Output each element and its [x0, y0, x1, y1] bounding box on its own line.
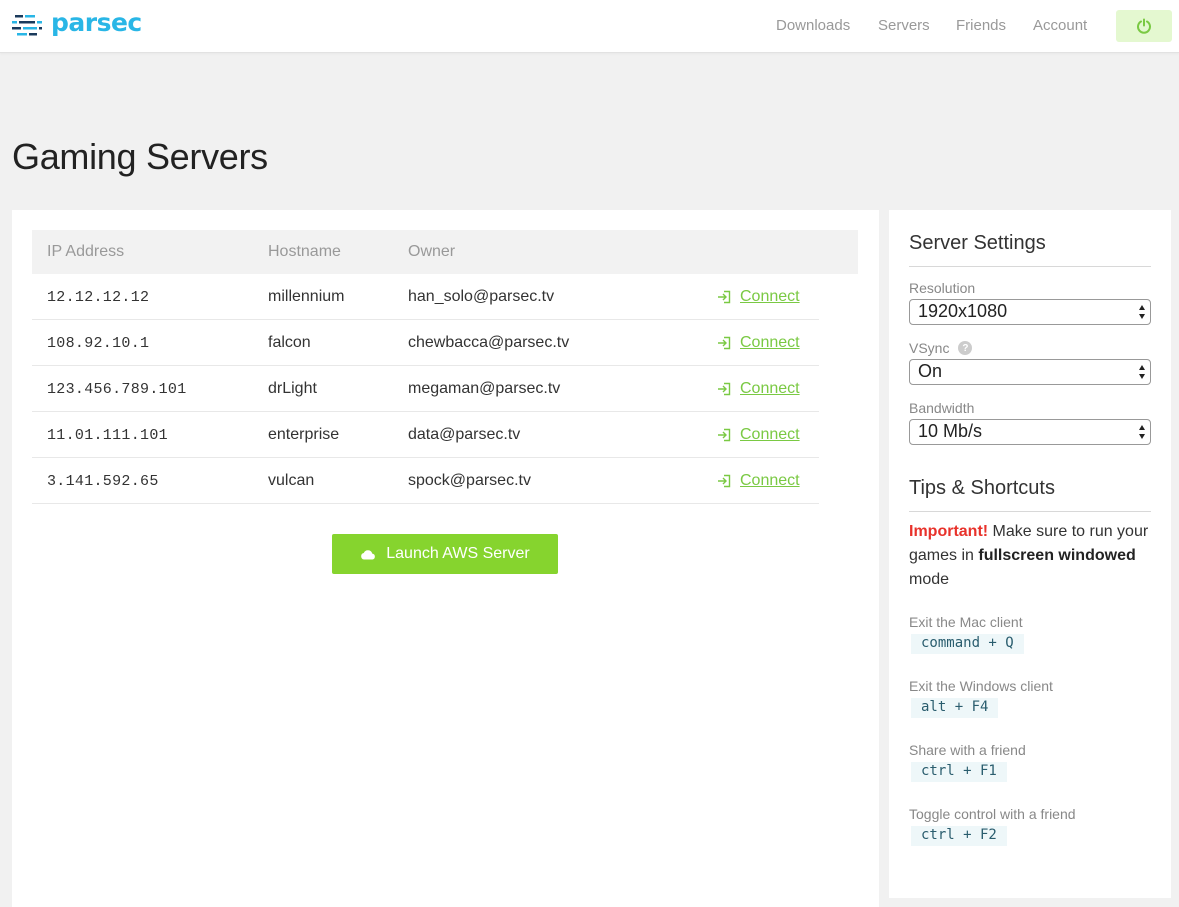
servers-card: IP Address Hostname Owner 12.12.12.12 mi…	[12, 210, 879, 907]
hostname: drLight	[268, 380, 317, 397]
column-header-owner: Owner	[408, 243, 456, 260]
shortcut-keys: ctrl + F1	[911, 762, 1007, 782]
launch-aws-server-button[interactable]: Launch AWS Server	[332, 534, 558, 574]
table-row: 3.141.592.65 vulcan spock@parsec.tv Conn…	[32, 458, 819, 504]
hostname: enterprise	[268, 426, 340, 443]
brand-name: parsec	[51, 8, 142, 37]
shortcut-keys: command + Q	[911, 634, 1024, 654]
table-row: 12.12.12.12 millennium han_solo@parsec.t…	[32, 274, 819, 320]
connect-label: Connect	[740, 380, 800, 397]
launch-aws-server-label: Launch AWS Server	[386, 545, 530, 562]
resolution-value: 1920x1080	[918, 301, 1008, 321]
column-header-ip: IP Address	[47, 243, 125, 260]
hostname: millennium	[268, 288, 345, 305]
resolution-label-text: Resolution	[909, 280, 976, 296]
logo[interactable]: parsec	[12, 8, 142, 39]
connect-label: Connect	[740, 288, 800, 305]
settings-sidebar: Server Settings Resolution 1920x1080 VSy…	[889, 210, 1171, 898]
bandwidth-select[interactable]: 10 Mb/s	[909, 419, 1151, 445]
connect-label: Connect	[740, 472, 800, 489]
connect-button[interactable]: Connect	[717, 426, 800, 444]
shortcut-keys: ctrl + F2	[911, 826, 1007, 846]
connect-icon	[718, 290, 731, 304]
ip-address: 123.456.789.101	[47, 381, 187, 398]
power-button[interactable]	[1116, 10, 1172, 42]
ip-address: 3.141.592.65	[47, 473, 159, 490]
ip-address: 11.01.111.101	[47, 427, 168, 444]
connect-button[interactable]: Connect	[717, 380, 800, 398]
shortcut-label: Exit the Windows client	[909, 678, 1053, 694]
shortcut-label: Toggle control with a friend	[909, 806, 1076, 822]
owner: spock@parsec.tv	[408, 472, 531, 489]
vsync-select[interactable]: On	[909, 359, 1151, 385]
table-header: IP Address Hostname Owner	[32, 230, 858, 274]
select-arrows-icon	[1139, 305, 1145, 319]
help-icon[interactable]: ?	[958, 341, 973, 355]
hostname: falcon	[268, 334, 311, 351]
important-text-2: mode	[909, 571, 950, 588]
cloud-icon	[361, 549, 376, 559]
connect-label: Connect	[740, 426, 800, 443]
nav-servers[interactable]: Servers	[878, 17, 930, 34]
shortcut-keys: alt + F4	[911, 698, 999, 718]
parsec-logo-icon	[12, 14, 42, 35]
connect-label: Connect	[740, 334, 800, 351]
select-arrows-icon	[1139, 425, 1145, 439]
bandwidth-label-text: Bandwidth	[909, 400, 975, 416]
resolution-select[interactable]: 1920x1080	[909, 299, 1151, 325]
select-arrows-icon	[1139, 365, 1145, 379]
nav-downloads[interactable]: Downloads	[776, 17, 850, 34]
ip-address: 108.92.10.1	[47, 335, 150, 352]
important-label: Important!	[909, 523, 989, 540]
owner: megaman@parsec.tv	[408, 380, 561, 397]
bandwidth-label: Bandwidth	[909, 400, 974, 416]
power-icon	[1137, 18, 1151, 34]
vsync-label-text: VSync	[909, 340, 950, 356]
owner: han_solo@parsec.tv	[408, 288, 555, 305]
connect-icon	[718, 474, 731, 488]
vsync-value: On	[918, 361, 943, 381]
connect-button[interactable]: Connect	[717, 288, 800, 306]
shortcut-label: Exit the Mac client	[909, 614, 1023, 630]
tips-shortcuts-heading: Tips & Shortcuts	[909, 477, 1151, 512]
vsync-label: VSync ?	[909, 340, 973, 356]
nav-friends[interactable]: Friends	[956, 17, 1006, 34]
ip-address: 12.12.12.12	[47, 289, 150, 306]
bandwidth-value: 10 Mb/s	[918, 421, 983, 441]
connect-icon	[718, 382, 731, 396]
nav-account[interactable]: Account	[1033, 17, 1087, 34]
important-tip: Important! Make sure to run your games i…	[909, 520, 1149, 592]
connect-button[interactable]: Connect	[717, 334, 800, 352]
resolution-label: Resolution	[909, 280, 975, 296]
table-row: 108.92.10.1 falcon chewbacca@parsec.tv C…	[32, 320, 819, 366]
top-bar: parsec Downloads Servers Friends Account	[0, 0, 1179, 53]
server-settings-heading: Server Settings	[909, 232, 1151, 267]
owner: chewbacca@parsec.tv	[408, 334, 570, 351]
column-header-hostname: Hostname	[268, 243, 341, 260]
owner: data@parsec.tv	[408, 426, 521, 443]
connect-button[interactable]: Connect	[717, 472, 800, 490]
hostname: vulcan	[268, 472, 315, 489]
connect-icon	[718, 336, 731, 350]
table-row: 11.01.111.101 enterprise data@parsec.tv …	[32, 412, 819, 458]
table-row: 123.456.789.101 drLight megaman@parsec.t…	[32, 366, 819, 412]
shortcut-label: Share with a friend	[909, 742, 1026, 758]
page-title: Gaming Servers	[12, 136, 268, 177]
important-bold: fullscreen windowed	[978, 547, 1136, 564]
connect-icon	[718, 428, 731, 442]
